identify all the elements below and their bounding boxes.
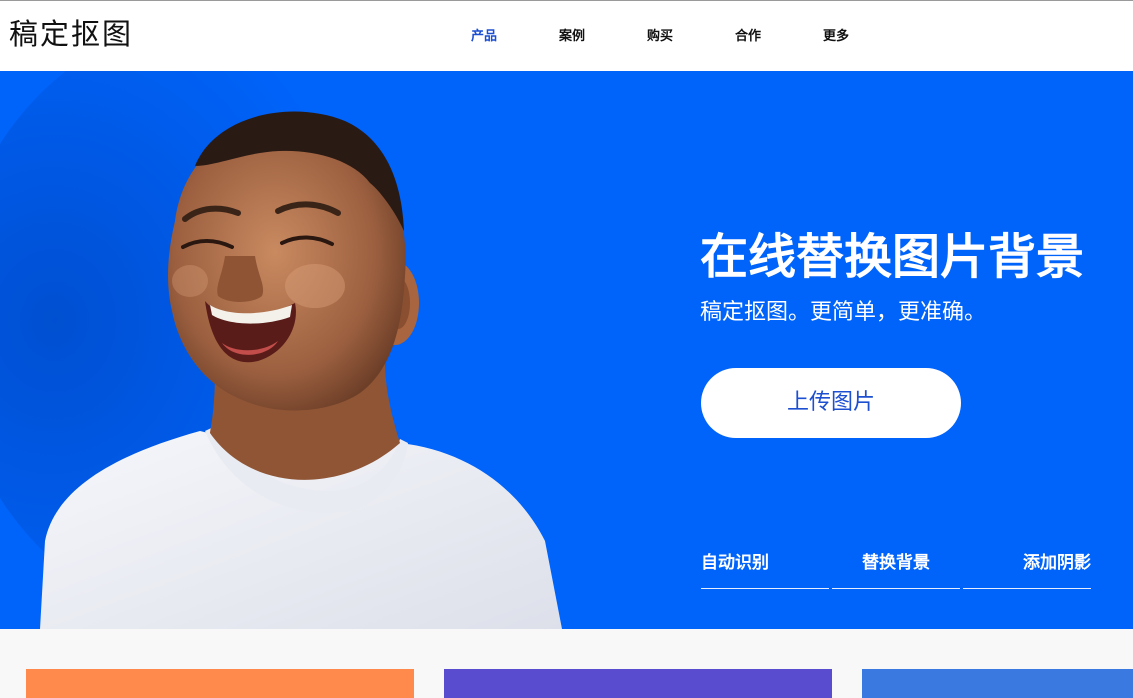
feature-card-blue[interactable] [862,669,1133,698]
nav-item-product[interactable]: 产品 [471,28,497,46]
hero-photo [0,71,562,629]
feature-tab-auto-detect[interactable]: 自动识别 [701,551,829,589]
nav-item-cases[interactable]: 案例 [559,28,585,46]
upload-image-button[interactable]: 上传图片 [701,368,961,438]
feature-tab-replace-background[interactable]: 替换背景 [832,551,960,589]
feature-card-purple[interactable] [444,669,832,698]
main-nav: 产品 案例 购买 合作 更多 [0,28,1133,48]
hero-title: 在线替换图片背景 [700,229,1085,285]
nav-item-purchase[interactable]: 购买 [647,28,673,46]
feature-tab-label: 添加阴影 [1023,553,1091,573]
feature-tab-add-shadow[interactable]: 添加阴影 [963,551,1091,589]
hero-subtitle: 稿定抠图。更简单，更准确。 [700,300,987,325]
feature-tab-label: 替换背景 [862,553,930,573]
nav-item-cooperation[interactable]: 合作 [735,28,761,46]
site-header: 稿定抠图 产品 案例 购买 合作 更多 [0,1,1133,71]
feature-tab-label: 自动识别 [701,553,769,573]
feature-cards-section [0,629,1133,698]
hero-banner: 在线替换图片背景 稿定抠图。更简单，更准确。 上传图片 自动识别 替换背景 添加… [0,71,1133,629]
feature-card-orange[interactable] [26,669,414,698]
nav-item-more[interactable]: 更多 [823,28,849,46]
